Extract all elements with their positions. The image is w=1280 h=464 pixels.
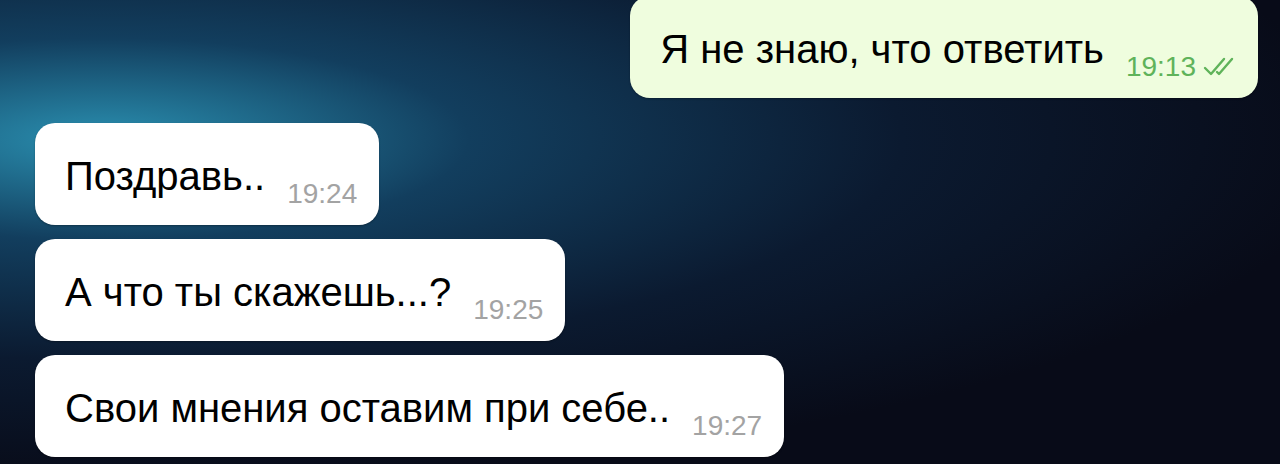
message-row: Я не знаю, что ответить 19:13	[0, 0, 1280, 98]
message-time: 19:13	[1126, 50, 1196, 84]
outgoing-message[interactable]: Я не знаю, что ответить 19:13	[630, 0, 1258, 98]
incoming-message[interactable]: Поздравь.. 19:24	[35, 123, 379, 225]
message-row: Поздравь.. 19:24	[0, 123, 1280, 225]
message-text: Свои мнения оставим при себе..	[65, 381, 670, 435]
message-meta: 19:27	[692, 409, 762, 443]
message-time: 19:25	[473, 293, 543, 327]
message-meta: 19:24	[287, 177, 357, 211]
double-check-icon	[1202, 55, 1236, 79]
message-text: Поздравь..	[65, 149, 265, 203]
message-meta: 19:25	[473, 293, 543, 327]
incoming-message[interactable]: А что ты скажешь...? 19:25	[35, 239, 565, 341]
message-time: 19:24	[287, 177, 357, 211]
message-meta: 19:13	[1126, 50, 1236, 84]
message-time: 19:27	[692, 409, 762, 443]
message-row: Свои мнения оставим при себе.. 19:27	[0, 355, 1280, 457]
chat-area: Я не знаю, что ответить 19:13 Поздравь.. 19…	[0, 0, 1280, 464]
message-text: А что ты скажешь...?	[65, 265, 451, 319]
message-row: А что ты скажешь...? 19:25	[0, 239, 1280, 341]
incoming-message[interactable]: Свои мнения оставим при себе.. 19:27	[35, 355, 784, 457]
message-text: Я не знаю, что ответить	[660, 22, 1104, 76]
